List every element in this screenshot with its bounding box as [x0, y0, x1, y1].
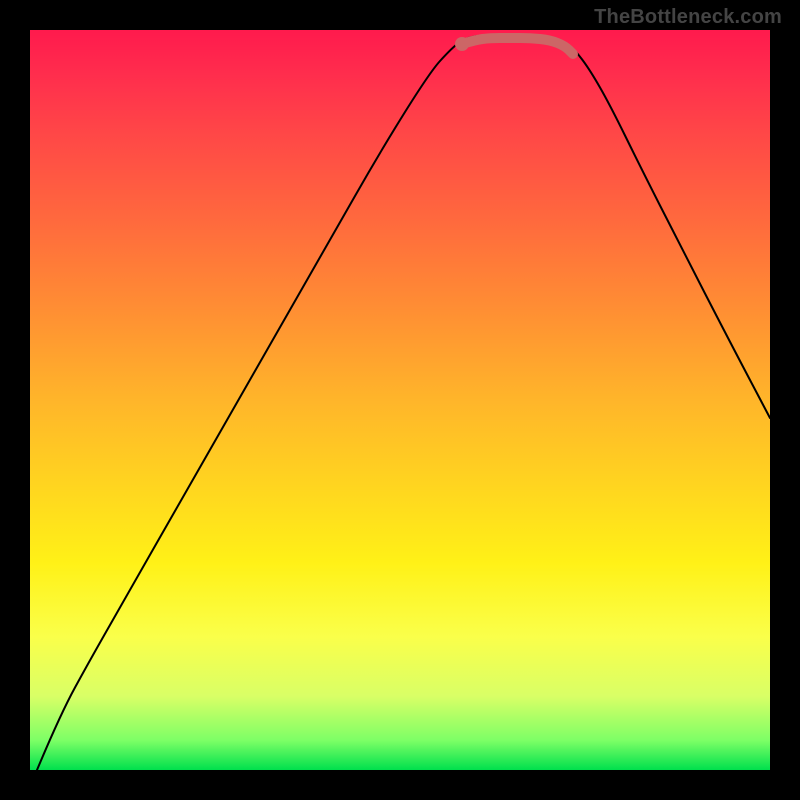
bottleneck-curve — [37, 35, 770, 770]
marker-line — [462, 38, 573, 54]
plot-area — [30, 30, 770, 770]
watermark-label: TheBottleneck.com — [594, 6, 782, 29]
chart-frame: TheBottleneck.com — [0, 0, 800, 800]
marker-dot — [455, 37, 469, 51]
chart-svg — [30, 30, 770, 770]
